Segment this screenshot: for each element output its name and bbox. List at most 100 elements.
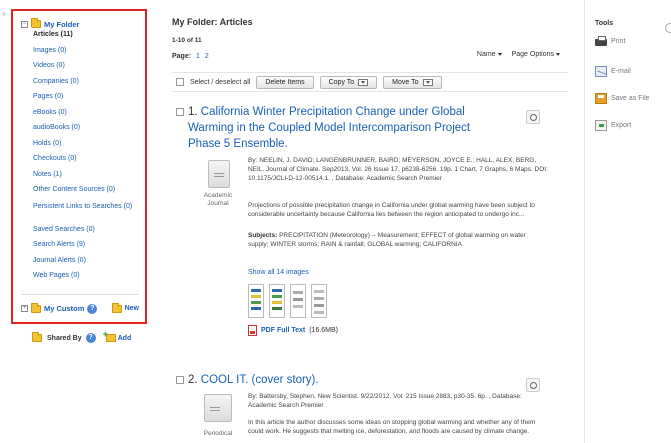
add-button[interactable]: Add (103, 329, 131, 342)
tools-title: Tools (595, 20, 614, 27)
sidebar-item-persistent-links[interactable]: Persistent Links to Searches (0) (33, 202, 139, 226)
sidebar-item-web-pages[interactable]: Web Pages (0) (33, 272, 139, 288)
pdf-full-text-link[interactable]: PDF Full Text (261, 327, 305, 334)
show-all-images-link[interactable]: Show all 14 images (248, 269, 309, 276)
sidebar-item-audiobooks[interactable]: audioBooks (0) (33, 124, 139, 140)
copy-to-button[interactable]: Copy To (319, 75, 378, 89)
move-label: Move To (392, 78, 419, 86)
record-title-link[interactable]: COOL IT. (cover story). (201, 374, 319, 386)
sort-label: Name (476, 51, 496, 58)
folder-sidebar: − My Folder Articles (11) Images (0) Vid… (11, 9, 147, 324)
sort-options: Name Page Options (477, 51, 560, 58)
folder-icon (31, 302, 41, 313)
new-folder-label: New (124, 305, 139, 312)
page-options-dropdown[interactable]: Page Options (512, 51, 560, 58)
record-title[interactable]: 2. COOL IT. (cover story). (172, 372, 497, 388)
record-byline: By: Battersby, Stephen. New Scientist. 9… (248, 393, 522, 409)
subjects-text: PRECIPITATION (Meteorology) -- Measureme… (248, 232, 526, 248)
sidebar-item-saved-searches[interactable]: Saved Searches (0) (33, 226, 139, 242)
select-all-checkbox[interactable] (176, 78, 184, 86)
sidebar-item-ebooks[interactable]: eBooks (0) (33, 109, 139, 125)
record-subjects: Subjects: PRECIPITATION (Meteorology) --… (248, 231, 548, 249)
sidebar-item-notes[interactable]: Notes (1) (33, 171, 139, 187)
preview-icon[interactable] (526, 378, 540, 392)
pdf-icon (248, 325, 257, 336)
help-icon[interactable]: ? (87, 303, 98, 314)
page-title: My Folder: Articles (172, 17, 253, 27)
my-custom-row: + My Custom ? New (21, 301, 139, 317)
help-icon[interactable]: ? (85, 333, 96, 343)
save-icon (595, 93, 607, 104)
page-link-1[interactable]: 1 (196, 53, 200, 60)
image-thumbnail[interactable] (248, 284, 264, 318)
delete-label: Delete Items (265, 78, 305, 86)
shared-by-label: Shared By (47, 334, 82, 342)
my-folder-title[interactable]: My Folder (44, 20, 79, 29)
export-tool[interactable]: Export (595, 120, 631, 131)
doc-type-label: Periodical (203, 430, 233, 437)
email-label: E-mail (611, 68, 631, 75)
sidebar-item-holds[interactable]: Holds (0) (33, 140, 139, 156)
printer-icon (595, 36, 607, 46)
record-title-link[interactable]: California Winter Precipitation Change u… (188, 106, 470, 150)
item-toolbar: Select / deselect all Delete Items Copy … (172, 72, 568, 92)
add-folder-icon (103, 329, 116, 342)
expand-icon[interactable]: + (21, 305, 28, 312)
collapse-sidebar-icon[interactable]: « (2, 11, 8, 18)
sidebar-item-videos[interactable]: Videos (0) (33, 62, 139, 78)
email-icon (595, 66, 607, 77)
sidebar-item-journal-alerts[interactable]: Journal Alerts (0) (33, 257, 139, 273)
record-byline: By: NEELIN, J. DAVID; LANGENBRUNNER, BAI… (248, 157, 548, 182)
sort-dropdown[interactable]: Name (477, 51, 502, 58)
panel-toggle-icon[interactable] (665, 23, 671, 33)
shared-folder-icon (32, 332, 42, 342)
record-abstract: In this article the author discusses som… (248, 419, 536, 435)
new-folder-button[interactable]: New (111, 302, 139, 313)
copy-label: Copy To (328, 78, 355, 86)
page-options-label: Page Options (511, 51, 554, 58)
email-tool[interactable]: E-mail (595, 66, 631, 77)
sidebar-item-pages[interactable]: Pages (0) (33, 93, 139, 109)
dropdown-arrow-icon (358, 78, 369, 86)
sidebar-item-other-content-sources[interactable]: Other Content Sources (0) (33, 186, 139, 202)
record-abstract: Projections of possible precipitation ch… (248, 202, 535, 218)
preview-icon[interactable] (526, 110, 540, 124)
main-content: My Folder: Articles 1-10 of 11 Page: 1 2… (172, 0, 572, 443)
my-custom-label[interactable]: My Custom (44, 304, 84, 313)
page-label: Page: (172, 53, 192, 60)
sidebar-item-companies[interactable]: Companies (0) (33, 78, 139, 94)
delete-items-button[interactable]: Delete Items (256, 75, 314, 89)
print-tool[interactable]: Print (595, 36, 625, 46)
export-icon (595, 120, 607, 131)
select-all-label[interactable]: Select / deselect all (190, 79, 250, 86)
page-link-2[interactable]: 2 (205, 53, 209, 60)
sidebar-item-search-alerts[interactable]: Search Alerts (9) (33, 241, 139, 257)
image-thumbnail[interactable] (311, 284, 327, 318)
sidebar-item-articles[interactable]: Articles (11) (33, 31, 139, 47)
sidebar-item-checkouts[interactable]: Checkouts (0) (33, 155, 139, 171)
record-number: 2. (188, 374, 198, 386)
save-as-file-tool[interactable]: Save as File (595, 93, 650, 104)
record-title[interactable]: 1. California Winter Precipitation Chang… (172, 104, 497, 152)
result-range: 1-10 of 11 (172, 37, 202, 44)
folder-icon (31, 18, 41, 28)
image-thumbnail[interactable] (290, 284, 306, 318)
doc-type-label: Academic Journal (203, 192, 233, 207)
print-label: Print (611, 37, 626, 45)
move-to-button[interactable]: Move To (383, 75, 442, 89)
record-number: 1. (188, 106, 198, 118)
export-label: Export (611, 122, 632, 129)
pagination: Page: 1 2 (172, 53, 209, 60)
pdf-full-text: PDF Full Text (16.6MB) (248, 325, 338, 336)
new-folder-icon (111, 302, 122, 313)
sidebar-divider (21, 293, 139, 295)
my-folder-header[interactable]: − My Folder (21, 18, 139, 30)
image-thumbnail[interactable] (269, 284, 285, 318)
collapse-icon[interactable]: − (21, 20, 28, 28)
shared-by-row: Shared By ? Add (32, 329, 131, 343)
folder-item-list: Articles (11) Images (0) Videos (0) Comp… (21, 31, 139, 288)
subjects-label: Subjects: (248, 232, 278, 239)
image-thumbnails (248, 284, 327, 318)
sidebar-item-images[interactable]: Images (0) (33, 47, 139, 63)
tools-panel: Tools Print E-mail Save as File Export (584, 0, 671, 443)
